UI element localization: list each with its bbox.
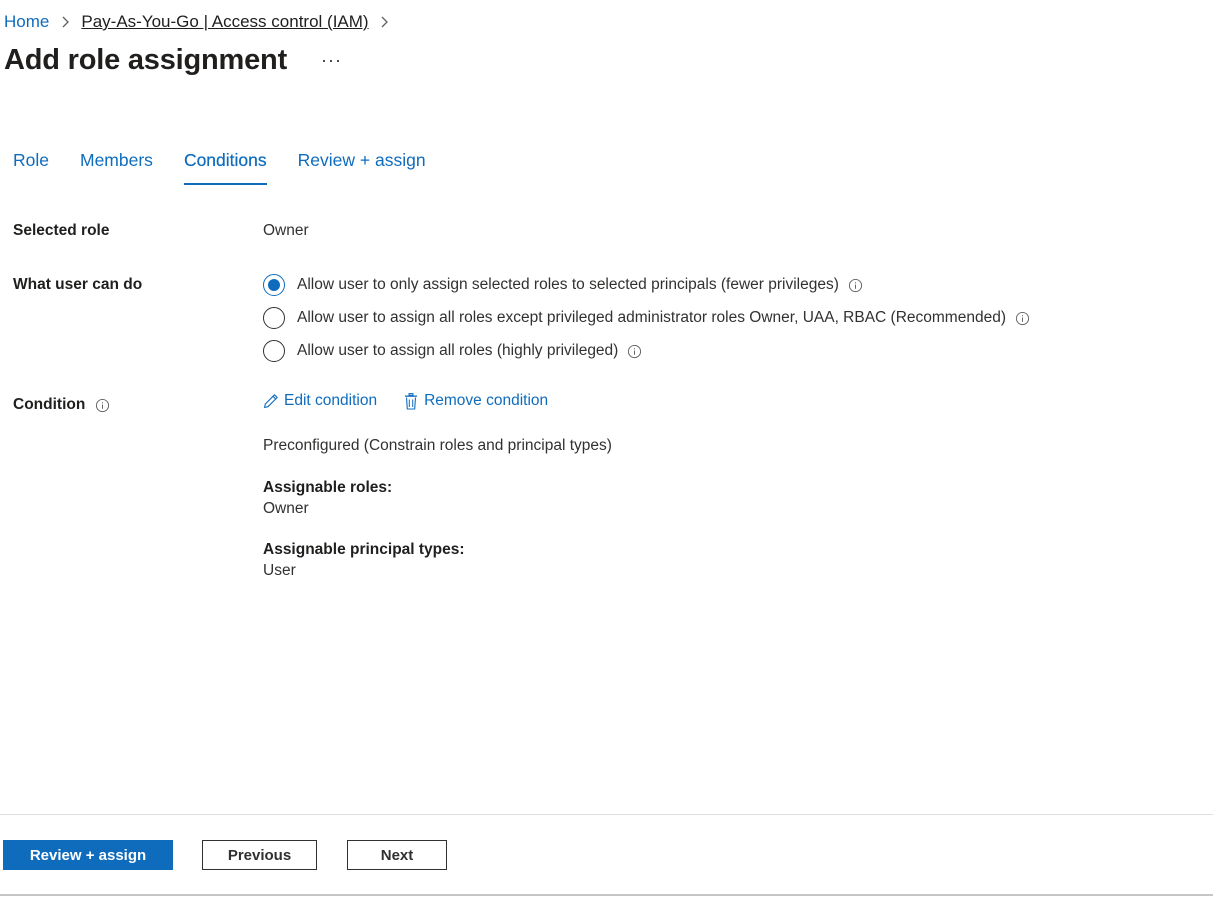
what-user-can-do-label: What user can do <box>13 276 143 293</box>
radio-option-label: Allow user to only assign selected roles… <box>297 276 839 293</box>
edit-condition-button[interactable]: Edit condition <box>263 392 377 410</box>
radio-button-checked[interactable] <box>263 274 285 296</box>
edit-condition-label: Edit condition <box>284 392 378 409</box>
radio-option-recommended[interactable]: Allow user to assign all roles except pr… <box>263 307 1030 329</box>
next-button[interactable]: Next <box>347 840 447 870</box>
assignable-roles-label: Assignable roles: <box>263 479 393 496</box>
trash-icon <box>405 392 418 410</box>
tab-review-assign[interactable]: Review + assign <box>298 150 426 185</box>
info-icon[interactable] <box>848 278 863 293</box>
remove-condition-button[interactable]: Remove condition <box>403 392 548 410</box>
info-icon[interactable] <box>95 398 110 413</box>
radio-option-fewer-privileges[interactable]: Allow user to only assign selected roles… <box>263 274 863 296</box>
assignable-principal-types-label: Assignable principal types: <box>263 541 465 558</box>
condition-label: Condition <box>13 396 86 413</box>
info-icon[interactable] <box>627 344 642 359</box>
page-header: Add role assignment ··· <box>4 44 346 77</box>
assignable-roles-value: Owner <box>263 500 309 517</box>
condition-actions: Edit condition Remove condition <box>263 392 574 410</box>
previous-button[interactable]: Previous <box>202 840 317 870</box>
review-assign-button[interactable]: Review + assign <box>3 840 173 870</box>
condition-label-row: Condition <box>13 396 110 414</box>
selected-role-value: Owner <box>263 222 309 239</box>
footer-divider <box>0 814 1213 815</box>
pencil-icon <box>264 394 278 408</box>
info-icon[interactable] <box>1015 311 1030 326</box>
radio-option-label: Allow user to assign all roles except pr… <box>297 309 1006 326</box>
page-title: Add role assignment <box>4 44 288 76</box>
tab-conditions-label: Conditions <box>183 150 267 170</box>
remove-condition-label: Remove condition <box>424 392 549 409</box>
chevron-right-icon <box>55 12 75 32</box>
bottom-divider <box>0 894 1213 896</box>
chevron-right-icon <box>375 12 395 32</box>
radio-button[interactable] <box>263 307 285 329</box>
tab-members-label: Members <box>80 150 153 170</box>
radio-option-highly-privileged[interactable]: Allow user to assign all roles (highly p… <box>263 340 642 362</box>
breadcrumb-parent-link[interactable]: Pay-As-You-Go | Access control (IAM) <box>81 12 368 32</box>
assignable-principal-types-value: User <box>263 562 296 579</box>
tab-members[interactable]: Members <box>80 150 153 185</box>
more-options-button[interactable]: ··· <box>317 50 346 71</box>
condition-description: Preconfigured (Constrain roles and princ… <box>263 437 612 454</box>
tab-conditions[interactable]: Conditions <box>183 150 267 185</box>
tab-role-label: Role <box>13 150 49 170</box>
wizard-tabs: Role Members Conditions Review + assign <box>13 150 457 185</box>
tab-role[interactable]: Role <box>13 150 49 185</box>
selected-role-label: Selected role <box>13 222 110 239</box>
tab-review-assign-label: Review + assign <box>297 150 426 170</box>
radio-button[interactable] <box>263 340 285 362</box>
breadcrumb-home-link[interactable]: Home <box>4 12 49 32</box>
radio-option-label: Allow user to assign all roles (highly p… <box>297 342 619 359</box>
breadcrumb: Home Pay-As-You-Go | Access control (IAM… <box>4 12 401 32</box>
